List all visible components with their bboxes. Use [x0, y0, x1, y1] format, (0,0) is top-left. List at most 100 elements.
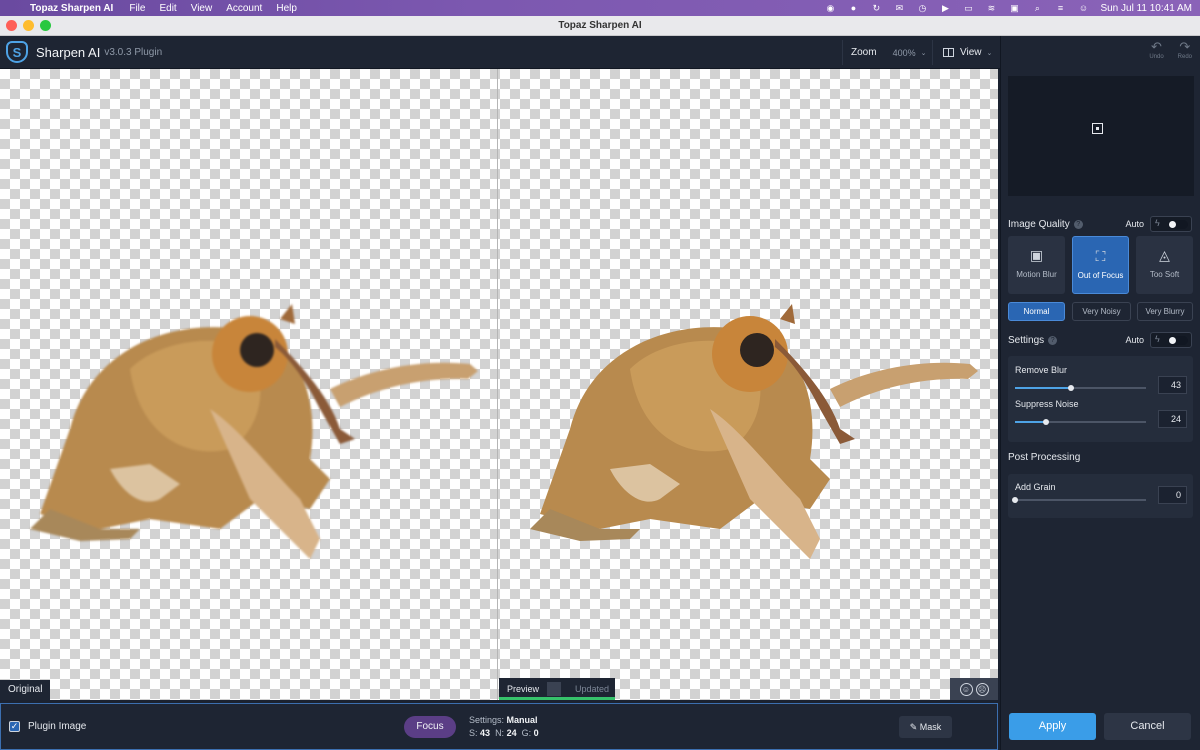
level-very-blurry[interactable]: Very Blurry	[1137, 302, 1193, 321]
menu-account[interactable]: Account	[226, 3, 262, 14]
n-label: N:	[495, 728, 505, 738]
status-sync-icon[interactable]: ↻	[870, 3, 882, 13]
updated-label: Updated	[575, 684, 610, 694]
happy-face-icon[interactable]: ☺	[959, 682, 973, 696]
remove-blur-slider[interactable]	[1015, 385, 1146, 391]
status-play-icon[interactable]: ▶	[939, 3, 951, 13]
menu-view[interactable]: View	[191, 3, 213, 14]
remove-blur-knob[interactable]	[1068, 385, 1075, 391]
status-timer-icon[interactable]: ◷	[916, 3, 928, 13]
search-icon[interactable]: ⌕	[1031, 3, 1043, 13]
triangle-soft-icon: ◬	[1159, 247, 1170, 263]
image-canvas[interactable]: Original Preview Updated ☺ ☹	[0, 69, 998, 700]
status-mail-icon[interactable]: ✉	[893, 3, 905, 13]
s-value: 43	[480, 728, 491, 738]
suppress-noise-slider[interactable]	[1015, 419, 1146, 425]
apply-button[interactable]: Apply	[1009, 713, 1096, 740]
view-dropdown[interactable]: View ⌄	[932, 40, 1000, 65]
menu-app-name[interactable]: Topaz Sharpen AI	[30, 3, 113, 14]
brush-icon: ✎	[909, 722, 918, 732]
preview-image	[530, 304, 978, 559]
bolt-icon: ϟ	[1155, 218, 1160, 228]
mask-label: Mask	[919, 722, 942, 732]
menu-help[interactable]: Help	[276, 3, 297, 14]
status-app-icon[interactable]: ◉	[824, 3, 836, 13]
add-grain-value[interactable]: 0	[1158, 486, 1187, 504]
redo-button[interactable]: ↷ Redo	[1177, 39, 1192, 61]
undo-button[interactable]: ↶ Undo	[1149, 39, 1164, 61]
window-title: Topaz Sharpen AI	[558, 20, 642, 31]
status-record-icon[interactable]: ●	[847, 3, 859, 13]
help-icon[interactable]: ?	[1048, 335, 1058, 345]
n-value: 24	[506, 728, 517, 738]
menu-clock[interactable]: Sun Jul 11 10:41 AM	[1100, 3, 1192, 14]
zoom-value: 400%	[892, 47, 916, 58]
redo-icon: ↷	[1179, 39, 1191, 54]
add-grain-slider[interactable]	[1012, 497, 1146, 503]
post-processing-title: Post Processing	[1008, 452, 1081, 463]
remove-blur-value[interactable]: 43	[1158, 376, 1187, 394]
level-very-noisy[interactable]: Very Noisy	[1072, 302, 1131, 321]
zoom-label: Zoom	[851, 47, 877, 58]
bolt-icon: ϟ	[1155, 334, 1160, 344]
camera-shake-icon: ▣	[1029, 247, 1044, 263]
image-quality-auto-toggle[interactable]: ϟ	[1150, 216, 1192, 232]
preview-label: Preview	[507, 684, 540, 694]
help-icon[interactable]: ?	[1073, 219, 1083, 229]
app-version: v3.0.3 Plugin	[104, 46, 163, 58]
settings-title: Settings?	[1008, 335, 1058, 346]
menu-edit[interactable]: Edit	[159, 3, 176, 14]
minimize-window-button[interactable]	[23, 20, 34, 31]
mode-too-soft[interactable]: ◬ Too Soft	[1136, 236, 1193, 294]
settings-auto: Auto ϟ	[1125, 332, 1192, 348]
chevron-down-icon: ⌄	[920, 49, 927, 57]
history-controls: ↶ Undo ↷ Redo	[1149, 39, 1192, 61]
split-divider-handle[interactable]	[497, 69, 498, 700]
plugin-image-checkbox[interactable]: ✓	[9, 721, 20, 732]
user-icon[interactable]: ☺	[1077, 3, 1089, 13]
mask-button[interactable]: ✎ Mask	[899, 716, 952, 738]
wifi-icon[interactable]: ≋	[985, 3, 997, 13]
zoom-dropdown[interactable]: Zoom 400% ⌄	[842, 40, 926, 65]
suppress-noise-value[interactable]: 24	[1158, 410, 1187, 428]
menu-file[interactable]: File	[129, 3, 145, 14]
settings-auto-toggle[interactable]: ϟ	[1150, 332, 1192, 348]
g-label: G:	[521, 728, 532, 738]
sad-face-icon[interactable]: ☹	[975, 682, 989, 696]
navigator-preview[interactable]	[1008, 76, 1194, 196]
add-grain-row: Add Grain 0	[1012, 482, 1187, 512]
app-title: Sharpen AI	[36, 44, 101, 60]
g-value: 0	[533, 728, 539, 738]
control-center-icon[interactable]: ≡	[1054, 3, 1066, 13]
zoom-window-button[interactable]	[40, 20, 51, 31]
add-grain-knob[interactable]	[1012, 497, 1018, 503]
mode-motion-blur[interactable]: ▣ Motion Blur	[1008, 236, 1065, 294]
level-normal[interactable]: Normal	[1008, 302, 1065, 321]
close-window-button[interactable]	[6, 20, 17, 31]
battery-icon[interactable]: ▭	[962, 3, 974, 13]
switch-icon[interactable]: ▣	[1008, 3, 1020, 13]
focus-person-icon: ⛶	[1095, 248, 1106, 264]
navigator-viewport-box[interactable]	[1092, 123, 1103, 134]
status-area: ◉ ● ↻ ✉ ◷ ▶ ▭ ≋ ▣ ⌕ ≡ ☺ Sun Jul 11 10:41…	[824, 0, 1192, 16]
mode-out-of-focus[interactable]: ⛶ Out of Focus	[1072, 236, 1129, 294]
remove-blur-label: Remove Blur	[1015, 365, 1068, 375]
settings-mode: Manual	[506, 715, 538, 725]
settings-prefix: Settings:	[469, 715, 505, 725]
view-label: View	[960, 47, 982, 58]
window-title-bar: Topaz Sharpen AI	[0, 16, 1200, 36]
plugin-image-label: Plugin Image	[28, 721, 87, 732]
post-processing-box: Add Grain 0	[1008, 474, 1193, 518]
suppress-noise-knob[interactable]	[1043, 419, 1050, 425]
redo-label: Redo	[1177, 54, 1192, 60]
suppress-noise-label: Suppress Noise	[1015, 399, 1079, 409]
cancel-button[interactable]: Cancel	[1104, 713, 1191, 740]
focus-button[interactable]: Focus	[404, 716, 456, 738]
original-image	[30, 304, 478, 559]
app-header: S Sharpen AI v3.0.3 Plugin Zoom 400% ⌄ V…	[0, 36, 1000, 69]
undo-icon: ↶	[1151, 39, 1162, 54]
toggle-switch[interactable]	[547, 682, 561, 696]
undo-label: Undo	[1149, 54, 1164, 60]
auto-label: Auto	[1125, 219, 1144, 229]
feedback-buttons: ☺ ☹	[950, 678, 998, 700]
